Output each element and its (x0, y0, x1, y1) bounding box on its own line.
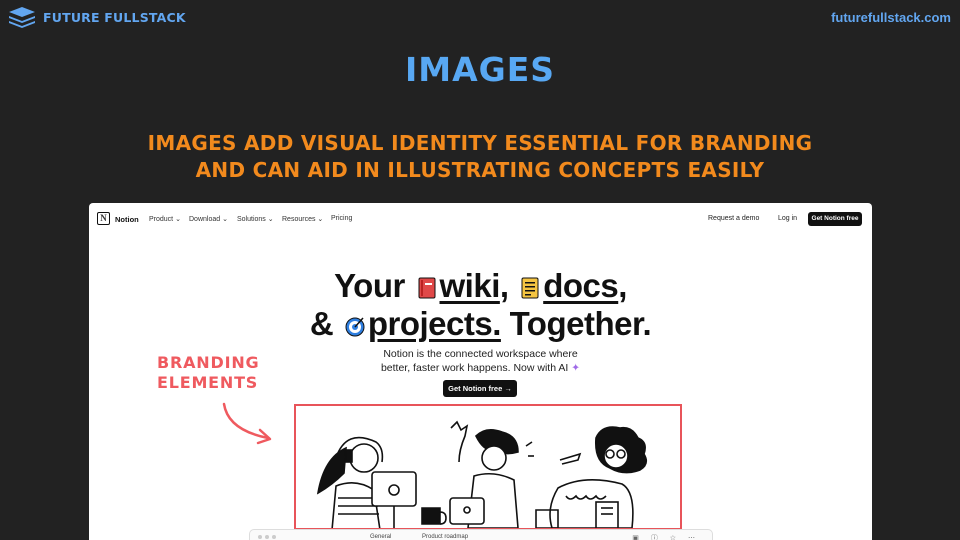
people-illustration (316, 420, 648, 528)
slide-subtitle: IMAGES ADD VISUAL IDENTITY ESSENTIAL FOR… (120, 130, 840, 184)
nav-resources[interactable]: Resources ⌄ (282, 215, 323, 223)
chevron-down-icon: ⌄ (175, 216, 181, 223)
hero-get-notion-button[interactable]: Get Notion free → (443, 380, 517, 397)
nav-download[interactable]: Download ⌄ (189, 215, 228, 223)
window-dots-icon (258, 535, 276, 539)
layers-icon (9, 7, 35, 28)
request-demo-link[interactable]: Request a demo (708, 215, 759, 222)
book-icon (418, 277, 435, 299)
nav-get-notion-button[interactable]: Get Notion free (808, 212, 862, 226)
hero-heading-line-2: & projects. Together. (309, 305, 652, 342)
hero-heading-line-1: Your wiki, docs, (334, 267, 627, 304)
brand-logo: FUTURE FULLSTACK (8, 6, 186, 28)
target-icon (345, 317, 365, 337)
tab-product-roadmap[interactable]: Product roadmap (422, 534, 468, 540)
notion-brand[interactable]: Notion (115, 215, 139, 224)
tab-general[interactable]: General (370, 534, 391, 540)
person-with-glasses (535, 426, 648, 528)
toolbar-icons[interactable]: ▣ ⓘ ☆ ⋯ (632, 533, 700, 540)
chevron-down-icon: ⌄ (317, 216, 324, 223)
notion-logo-icon[interactable]: N (97, 212, 110, 225)
nav-product[interactable]: Product ⌄ (149, 215, 181, 223)
branding-illustration-highlight (294, 404, 682, 530)
branding-elements-annotation: BRANDING ELEMENTS (157, 353, 260, 392)
slide-title: IMAGES (404, 50, 556, 89)
nav-solutions[interactable]: Solutions ⌄ (237, 215, 274, 223)
person-with-headphones (316, 436, 417, 528)
nav-pricing[interactable]: Pricing (331, 215, 352, 222)
subtitle-line-1: IMAGES ADD VISUAL IDENTITY ESSENTIAL FOR… (147, 131, 813, 155)
chevron-down-icon: ⌄ (267, 216, 274, 223)
subtitle-line-2: AND CAN AID IN ILLUSTRATING CONCEPTS EAS… (195, 158, 765, 182)
site-url[interactable]: futurefullstack.com (831, 10, 951, 25)
login-link[interactable]: Log in (778, 215, 797, 222)
sparkle-icon: ✦ (571, 362, 581, 374)
app-preview-titlebar: General Product roadmap ▣ ⓘ ☆ ⋯ (249, 529, 713, 540)
brand-name: FUTURE FULLSTACK (43, 9, 186, 25)
notion-navbar: N Notion Product ⌄ Download ⌄ Solutions … (89, 203, 872, 236)
person-waving (421, 420, 534, 528)
curved-arrow-icon (222, 402, 272, 445)
notepad-icon (521, 277, 539, 299)
chevron-down-icon: ⌄ (222, 216, 228, 223)
